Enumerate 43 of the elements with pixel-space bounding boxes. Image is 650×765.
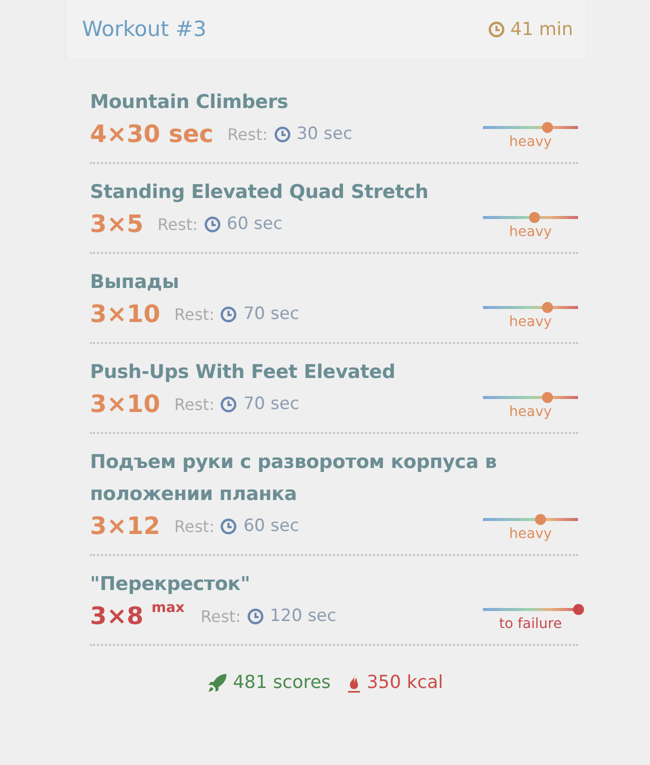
rest-label: Rest:	[227, 124, 268, 144]
sets-reps: 3×10	[90, 390, 160, 418]
rest-label: Rest:	[200, 606, 241, 626]
rest-time: 70 sec	[243, 304, 300, 324]
rest-time: 60 sec	[226, 214, 282, 234]
intensity-label: to failure	[499, 616, 562, 632]
rest-label: Rest:	[174, 304, 214, 324]
rest-label: Rest:	[158, 214, 198, 234]
intensity-label: heavy	[509, 404, 552, 420]
rest-time: 60 sec	[243, 516, 300, 536]
rest-time: 70 sec	[243, 394, 300, 414]
sets-reps: 3×5	[90, 210, 144, 238]
sets-reps: 3×8	[90, 602, 144, 630]
clock-icon	[274, 126, 291, 142]
exercise-name: "Перекресток"	[90, 572, 252, 597]
calories-text: 350 kcal	[366, 672, 444, 693]
clock-icon	[220, 396, 238, 412]
exercise-name: Standing Elevated Quad Stretch	[90, 180, 430, 205]
rest-label: Rest:	[174, 516, 214, 536]
rest-time: 30 sec	[296, 124, 352, 144]
clock-icon	[488, 20, 506, 38]
clock-icon	[204, 216, 221, 232]
intensity-label: heavy	[509, 314, 552, 330]
sets-reps: 3×12	[90, 512, 160, 540]
sets-reps: 4×30 sec	[90, 120, 214, 148]
exercise-name: Подъем руки с разворотом корпуса в положении планка	[90, 450, 498, 507]
sets-note: max	[152, 600, 185, 616]
workout-title: Workout #3	[82, 17, 206, 41]
intensity-label: heavy	[509, 134, 552, 150]
scores-text: 481 scores	[232, 672, 331, 693]
exercise-name: Выпады	[90, 270, 180, 295]
intensity-label: heavy	[509, 224, 552, 240]
sets-reps: 3×10	[90, 300, 160, 328]
clock-icon	[220, 306, 238, 322]
exercise-name: Push-Ups With Feet Elevated	[90, 360, 396, 385]
rest-label: Rest:	[174, 394, 214, 414]
clock-icon	[220, 518, 238, 534]
intensity-label: heavy	[509, 526, 552, 542]
rocket-icon	[206, 672, 228, 692]
rest-time: 120 sec	[270, 606, 336, 626]
clock-icon	[246, 608, 264, 624]
duration-text: 41 min	[510, 18, 573, 40]
exercise-name: Mountain Climbers	[90, 90, 290, 115]
